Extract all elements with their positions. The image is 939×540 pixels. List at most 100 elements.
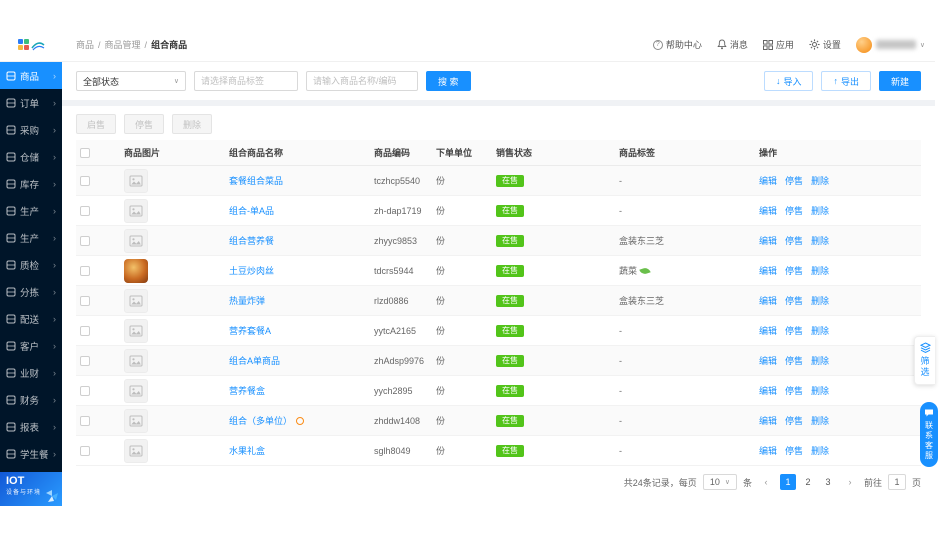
row-action-edit[interactable]: 编辑 [759,296,777,306]
sidebar-item-4[interactable]: 库存 › [0,170,62,197]
export-button[interactable]: ↑ 导出 [821,71,871,91]
row-checkbox[interactable] [80,235,90,246]
row-action-delete[interactable]: 删除 [811,236,829,246]
page-size-select[interactable]: 10 ∨ [702,474,737,490]
product-name-link[interactable]: 套餐组合菜品 [229,176,283,186]
sidebar-item-14[interactable]: 学生餐 › [0,440,62,467]
bulk-delete-button[interactable]: 删除 [172,114,213,134]
sidebar-item-9[interactable]: 配送 › [0,305,62,332]
pagination-pages: 123 [779,474,836,490]
goto-page-input[interactable]: 1 [887,474,906,490]
create-button[interactable]: 新建 [878,71,921,91]
messages-button[interactable]: 消息 [717,38,748,51]
filter-float-button[interactable]: 筛选 [914,336,935,385]
help-center-button[interactable]: ? 帮助中心 [652,38,702,51]
row-action-stop[interactable]: 停售 [785,236,803,246]
row-action-edit[interactable]: 编辑 [759,356,777,366]
row-action-edit[interactable]: 编辑 [759,206,777,216]
breadcrumb-item-goods[interactable]: 商品 [76,38,94,51]
row-checkbox[interactable] [80,265,90,276]
row-action-edit[interactable]: 编辑 [759,326,777,336]
prev-page-button[interactable]: ‹ [758,474,774,490]
chevron-right-icon: › [53,178,56,189]
row-action-edit[interactable]: 编辑 [759,266,777,276]
import-button[interactable]: ↓ 导入 [763,71,814,91]
product-name-link[interactable]: 水果礼盒 [229,446,265,456]
user-menu[interactable]: ∨ [855,36,925,53]
product-name-link[interactable]: 营养套餐A [229,326,271,336]
product-name-link[interactable]: 组合A单商品 [229,356,280,366]
row-action-delete[interactable]: 删除 [811,296,829,306]
row-action-stop[interactable]: 停售 [785,416,803,426]
tag-filter-input[interactable] [194,71,298,91]
row-checkbox[interactable] [80,325,90,336]
sidebar-item-6[interactable]: 生产 › [0,224,62,251]
row-checkbox[interactable] [80,385,90,396]
sidebar-item-11[interactable]: 业财 › [0,359,62,386]
row-checkbox[interactable] [80,295,90,306]
row-checkbox[interactable] [80,205,90,216]
bulk-disable-button[interactable]: 停售 [124,114,165,134]
page-button-1[interactable]: 1 [779,474,796,490]
row-action-stop[interactable]: 停售 [785,446,803,456]
order-unit: 份 [432,345,492,376]
breadcrumb-item-goods-manage[interactable]: 商品管理 [105,38,141,51]
row-action-stop[interactable]: 停售 [785,206,803,216]
product-name-link[interactable]: 土豆炒肉丝 [229,266,274,276]
row-checkbox[interactable] [80,415,90,426]
row-action-stop[interactable]: 停售 [785,356,803,366]
row-checkbox[interactable] [80,175,90,186]
product-tag: - [615,435,755,466]
product-tag: - [615,345,755,376]
sidebar-item-7[interactable]: 质检 › [0,251,62,278]
row-action-delete[interactable]: 删除 [811,356,829,366]
keyword-search-input[interactable] [306,71,418,91]
search-button[interactable]: 搜 索 [426,71,471,91]
row-checkbox[interactable] [80,445,90,456]
row-action-edit[interactable]: 编辑 [759,176,777,186]
row-action-delete[interactable]: 删除 [811,176,829,186]
row-action-delete[interactable]: 删除 [811,326,829,336]
product-name-link[interactable]: 营养餐盒 [229,386,265,396]
row-action-stop[interactable]: 停售 [785,386,803,396]
row-action-delete[interactable]: 删除 [811,266,829,276]
product-name-link[interactable]: 组合营养餐 [229,236,274,246]
product-name-link[interactable]: 组合-单A品 [229,206,274,216]
page-button-2[interactable]: 2 [800,474,816,490]
sidebar-item-12[interactable]: 财务 › [0,386,62,413]
status-select[interactable]: 全部状态 ∨ [76,71,186,91]
sidebar-item-13[interactable]: 报表 › [0,413,62,440]
table-row: 组合（多单位） zhddw1408 份在售 - 编辑 停售 删除 [76,405,921,436]
bulk-enable-button[interactable]: 启售 [76,114,117,134]
breadcrumb: 商品 / 商品管理 / 组合商品 [76,38,187,51]
sidebar-item-2[interactable]: 采购 › [0,116,62,143]
apps-button[interactable]: 应用 [762,38,794,51]
row-checkbox[interactable] [80,355,90,366]
row-action-edit[interactable]: 编辑 [759,386,777,396]
row-action-delete[interactable]: 删除 [811,206,829,216]
select-all-checkbox[interactable] [80,147,90,158]
row-action-stop[interactable]: 停售 [785,176,803,186]
chevron-right-icon: › [53,151,56,162]
product-name-link[interactable]: 组合（多单位） [229,416,292,426]
row-action-delete[interactable]: 删除 [811,416,829,426]
row-action-delete[interactable]: 删除 [811,446,829,456]
row-action-stop[interactable]: 停售 [785,266,803,276]
sidebar-item-5[interactable]: 生产 › [0,197,62,224]
page-button-3[interactable]: 3 [820,474,836,490]
row-action-stop[interactable]: 停售 [785,296,803,306]
row-action-edit[interactable]: 编辑 [759,446,777,456]
sidebar-item-1[interactable]: 订单 › [0,89,62,116]
next-page-button[interactable]: › [842,474,858,490]
row-action-delete[interactable]: 删除 [811,386,829,396]
row-action-stop[interactable]: 停售 [785,326,803,336]
row-action-edit[interactable]: 编辑 [759,236,777,246]
settings-button[interactable]: 设置 [809,38,841,51]
sidebar-item-10[interactable]: 客户 › [0,332,62,359]
sidebar-item-3[interactable]: 仓储 › [0,143,62,170]
row-action-edit[interactable]: 编辑 [759,416,777,426]
customer-service-button[interactable]: 联系客服 [920,402,938,467]
product-name-link[interactable]: 热量炸弹 [229,296,265,306]
sidebar-item-0[interactable]: 商品 › [0,62,62,89]
sidebar-item-8[interactable]: 分拣 › [0,278,62,305]
